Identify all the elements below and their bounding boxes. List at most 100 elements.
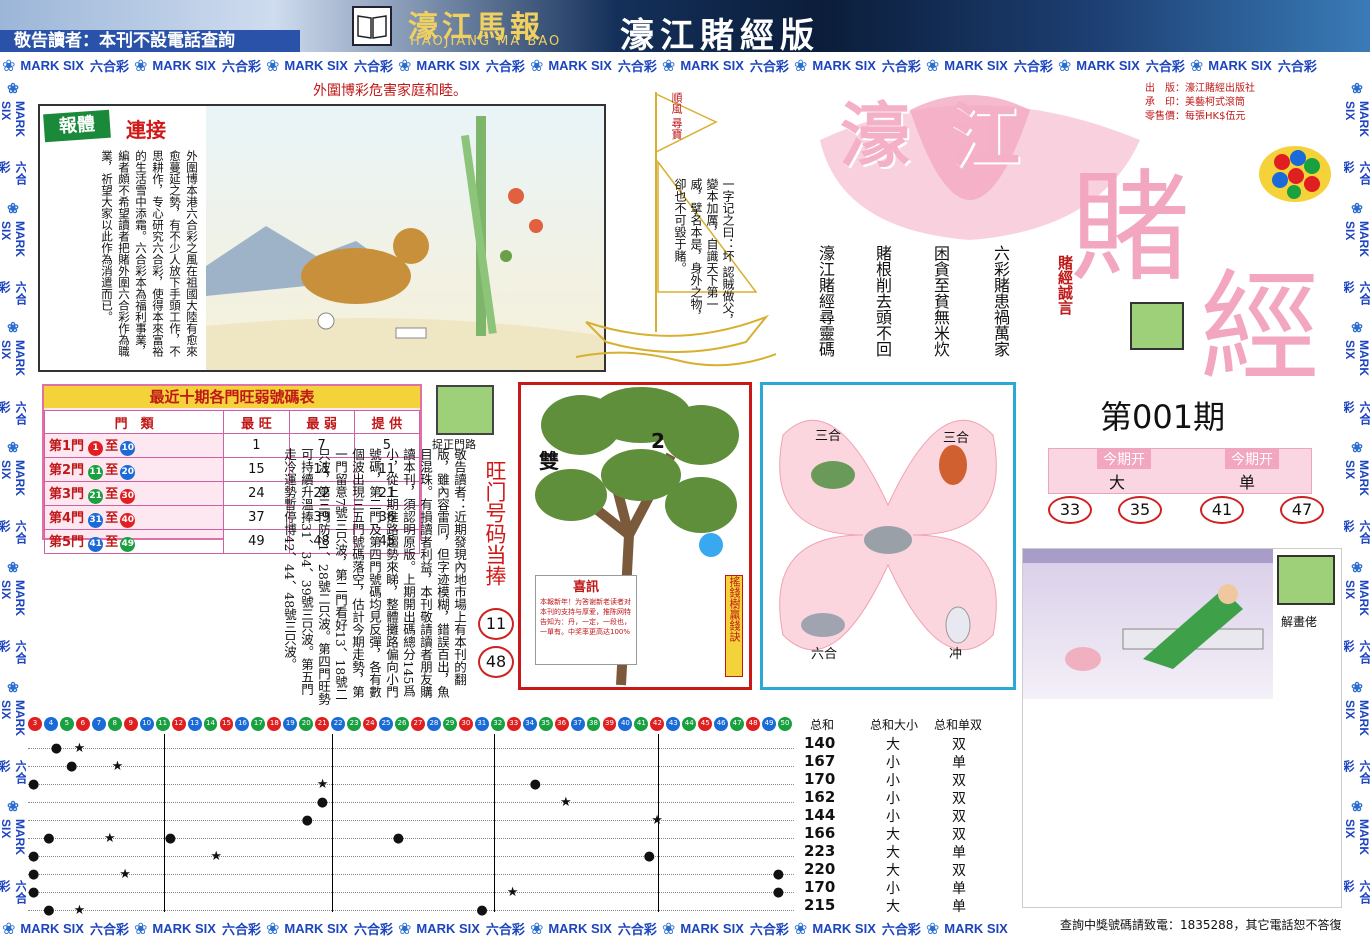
grid-parity: 双 xyxy=(952,737,966,753)
grid-mark: ● xyxy=(316,795,329,810)
ribbon-text-en: MARK SIX xyxy=(548,57,612,73)
news-text: 本報新年！为答谢新老读者对本刊的支持与厚爱，推陈网特告知为：丹，一定，一段也，一… xyxy=(540,598,631,636)
ribbon-text-cn: 六合彩 xyxy=(89,921,129,937)
ribbon-text-en: MARK SIX xyxy=(1076,57,1140,73)
flower-icon: ❀ xyxy=(7,439,19,456)
price-label: 零售價： xyxy=(1145,111,1185,122)
grid-sum: 166 xyxy=(804,824,836,842)
zodiac-top-right: 三合 xyxy=(943,431,970,446)
flower-icon: ❀ xyxy=(1351,798,1363,815)
today-num-3: 41 xyxy=(1200,496,1244,524)
col-gate: 門 類 xyxy=(43,410,225,434)
ribbon-text-en: MARK SIX xyxy=(20,57,84,73)
ribbon-text-cn: 六合彩 xyxy=(1344,640,1370,665)
ribbon-text-cn: 六合彩 xyxy=(485,58,525,74)
bottom-ribbon: ❀ MARK SIX 六合彩 ❀ MARK SIX 六合彩 ❀ MARK SIX 六合彩 ❀ MAR… xyxy=(0,916,1010,940)
grid-mark: ● xyxy=(643,849,655,864)
hot-gate-text: 旺门号码当捧 xyxy=(483,460,507,586)
flower-icon: ❀ xyxy=(925,55,940,75)
today-box: 今期开 大 今期开 单 xyxy=(1048,448,1312,494)
grid-parity: 双 xyxy=(952,791,966,807)
grid-parity: 双 xyxy=(952,809,966,825)
grid-mark: ● xyxy=(529,777,541,792)
grid-sum: 140 xyxy=(804,734,836,752)
ribbon-text-cn: 六合彩 xyxy=(1344,879,1370,904)
flower-icon: ❀ xyxy=(2,55,16,75)
grid-parity: 双 xyxy=(952,827,966,843)
grid-parity: 单 xyxy=(952,845,966,861)
ribbon-text-en: MARK SIX xyxy=(812,57,876,73)
flower-icon: ❀ xyxy=(793,55,808,75)
grid-body: ● ★ ● ★ ● ★ ● ● ★ ● ★ ● ★ ● ● ● ★ ● ● ★ ● ● ★ ● ● ★ ● xyxy=(28,716,798,917)
footer-notice: 查詢中獎號碼請致電：1835288，其它電話恕不答復 xyxy=(1060,918,1342,932)
ribbon-text-cn: 六合彩 xyxy=(1145,58,1185,74)
ribbon-text-en: MARK SIX xyxy=(1344,699,1370,736)
grid-mark: ● xyxy=(301,813,313,828)
grid-summary: 140 大双 167 小单 170 小双 162 小双 144 小双 166 大双 223 大单 220 大双… xyxy=(800,734,1000,915)
printer-value: 美藝柯式滾筒 xyxy=(1185,97,1245,108)
grid-row-line xyxy=(28,892,794,894)
grid-divider xyxy=(332,734,333,912)
flower-icon: ❀ xyxy=(265,55,280,75)
gate-table-title: 最近十期各門旺弱號碼表 xyxy=(44,386,420,408)
zodiac-panel: 三合 三合 六合 冲 xyxy=(760,382,1016,690)
tree-number: 2 xyxy=(651,429,665,453)
ribbon-text-cn: 六合彩 xyxy=(89,58,129,74)
grid-mark: ★ xyxy=(119,867,131,882)
motto: 賭經誠言 xyxy=(1056,255,1074,315)
poem-text: 一字记之曰：坏 認賊做父，變本加厲，自識天下第一威，擘名本是，身外之物，卻也不可… xyxy=(673,178,735,326)
ribbon-text-cn: 六合彩 xyxy=(1344,520,1370,545)
ribbon-text-cn: 六合彩 xyxy=(1277,58,1317,74)
ribbon-text-en: MARK SIX xyxy=(0,101,26,137)
grid-row-line xyxy=(28,748,794,750)
ribbon-text-en: MARK SIX xyxy=(284,920,348,936)
grid-mark: ● xyxy=(28,885,40,900)
title-char-2: 江 xyxy=(950,94,1020,177)
flower-icon: ❀ xyxy=(7,798,19,815)
gate-name: 第3門 xyxy=(49,487,85,502)
grid-mark: ● xyxy=(164,831,177,846)
ribbon-text-cn: 六合彩 xyxy=(353,921,393,937)
right-ribbon: ❀ MARK SIX 六合彩 ❀ MARK SIX 六合彩 ❀ MARK SIX 六合彩 ❀ MAR… xyxy=(1344,78,1370,916)
top-ribbon: ❀ MARK SIX 六合彩 ❀ MARK SIX 六合彩 ❀ MARK SIX 六合彩 ❀ MAR… xyxy=(0,53,1370,77)
grid-sum: 220 xyxy=(804,860,836,878)
ribbon-text-cn: 六合彩 xyxy=(485,921,525,937)
proverb-3: 賭根削去頭不回 xyxy=(873,245,892,357)
grid-parity: 单 xyxy=(952,899,966,915)
flower-icon: ❀ xyxy=(7,319,19,336)
ribbon-text-en: MARK SIX xyxy=(548,920,612,936)
ribbon-text-cn: 六合彩 xyxy=(0,879,26,904)
flower-icon: ❀ xyxy=(1351,558,1363,575)
ribbon-text-cn: 六合彩 xyxy=(0,161,26,186)
grid-mark: ● xyxy=(28,777,40,792)
cartoon-hand-icon xyxy=(1277,555,1335,605)
flower-icon: ❀ xyxy=(7,558,19,575)
ribbon-text-cn: 六合彩 xyxy=(617,58,657,74)
story-badge-2: 連接 xyxy=(126,118,166,142)
ribbon-text-cn: 六合彩 xyxy=(0,280,26,305)
story-panel: 報體 連接 外圍博本港六合彩之風在祖國大陸有愈來愈蔓延之勢，有不少人放下手頭工作… xyxy=(38,104,606,372)
grid-sum: 170 xyxy=(804,770,836,788)
grid-sum: 144 xyxy=(804,806,836,824)
grid-mark: ★ xyxy=(316,777,329,792)
book-icon xyxy=(352,6,392,46)
money-tree-panel: 雙 2 喜訊 本報新年！为答谢新老读者对本刊的支持与厚爱，推陈网特告知为：丹，一… xyxy=(518,382,752,690)
grid-size: 小 xyxy=(886,773,900,789)
gate-name: 第4門 xyxy=(49,511,85,526)
grid-divider xyxy=(494,734,495,912)
grid-sum: 170 xyxy=(804,878,836,896)
grid-size: 大 xyxy=(886,737,900,753)
ribbon-text-en: MARK SIX xyxy=(1344,460,1370,497)
grid-header-sum: 总和 xyxy=(810,718,835,732)
ribbon-text-cn: 六合彩 xyxy=(1013,58,1053,74)
grid-mark: ● xyxy=(28,867,40,882)
flower-icon: ❀ xyxy=(1351,678,1363,695)
grid-row-line xyxy=(28,820,794,822)
today-num-2: 35 xyxy=(1118,496,1162,524)
proverb-4: 濠江賭經尋靈碼 xyxy=(816,245,835,357)
ribbon-text-en: MARK SIX xyxy=(0,819,26,856)
ribbon-text-cn: 六合彩 xyxy=(749,921,789,937)
flower-icon: ❀ xyxy=(1189,55,1204,75)
ribbon-text-cn: 六合彩 xyxy=(1344,400,1370,425)
hand-note-icon xyxy=(1130,302,1184,350)
